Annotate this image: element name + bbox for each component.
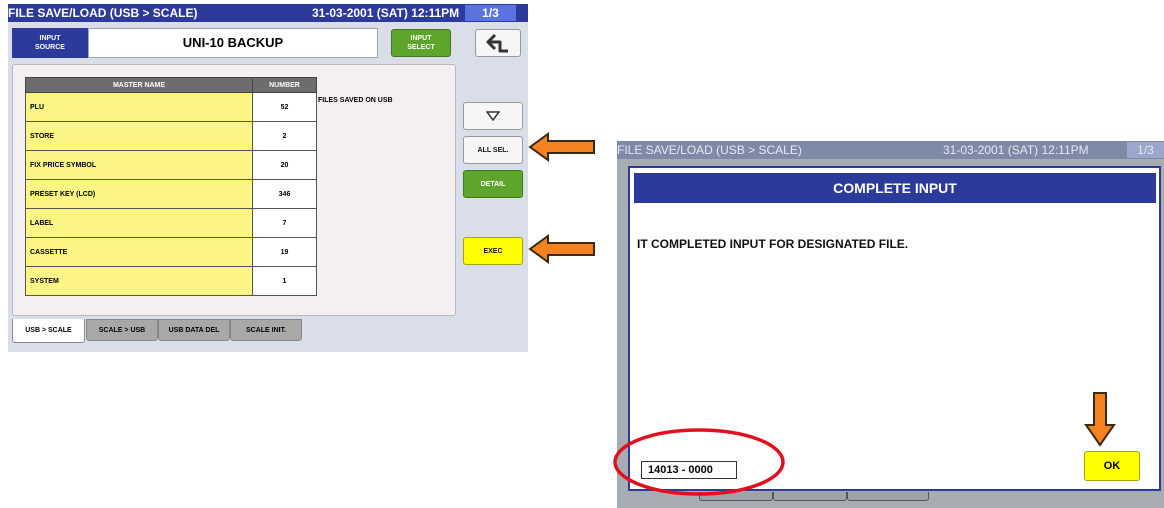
page-indicator: 1/3 — [465, 5, 516, 21]
tab-usb-data-del[interactable]: USB DATA DEL — [158, 319, 230, 341]
dialog-message: IT COMPLETED INPUT FOR DESIGNATED FILE. — [637, 237, 909, 251]
master-number: 346 — [252, 179, 317, 209]
dialog-title: COMPLETE INPUT — [634, 173, 1156, 203]
master-number: 20 — [252, 150, 317, 180]
page-indicator: 1/3 — [1127, 142, 1164, 158]
table-row[interactable]: SYSTEM 1 — [25, 266, 317, 296]
input-source-label-text: INPUT SOURCE — [35, 35, 65, 51]
table-row[interactable]: PRESET KEY (LCD) 346 — [25, 179, 317, 209]
callout-arrow-all-sel — [528, 132, 595, 162]
exec-button[interactable]: EXEC — [463, 237, 523, 265]
callout-arrow-exec — [528, 234, 595, 264]
master-number: 1 — [252, 266, 317, 296]
ok-button[interactable]: OK — [1084, 451, 1140, 481]
screen-title: FILE SAVE/LOAD (USB > SCALE) — [8, 6, 198, 20]
tab-scale-to-usb[interactable]: SCALE > USB — [86, 319, 158, 341]
header-master-name: MASTER NAME — [25, 77, 253, 93]
tab-scale-init[interactable]: SCALE INIT. — [230, 319, 302, 341]
master-number: 7 — [252, 208, 317, 238]
master-name: CASSETTE — [25, 237, 253, 267]
callout-arrow-ok — [1084, 392, 1116, 447]
table-row[interactable]: STORE 2 — [25, 121, 317, 151]
back-button[interactable] — [475, 29, 521, 57]
return-arrow-icon — [486, 33, 508, 53]
background-tab — [847, 492, 929, 501]
master-number: 2 — [252, 121, 317, 151]
master-number: 52 — [252, 92, 317, 122]
table-row[interactable]: FIX PRICE SYMBOL 20 — [25, 150, 317, 180]
input-source-value: UNI-10 BACKUP — [88, 28, 378, 58]
master-number: 19 — [252, 237, 317, 267]
highlight-ellipse — [613, 428, 785, 496]
datetime-display: 31-03-2001 (SAT) 12:11PM — [312, 6, 460, 20]
master-list-panel: MASTER NAME NUMBER PLU 52 STORE 2 FIX PRIC… — [12, 64, 456, 316]
datetime-display: 31-03-2001 (SAT) 12:11PM — [943, 143, 1089, 157]
table-row[interactable]: CASSETTE 19 — [25, 237, 317, 267]
title-bar: FILE SAVE/LOAD (USB > SCALE) 31-03-2001 … — [8, 4, 528, 22]
table-row[interactable]: PLU 52 — [25, 92, 317, 122]
scroll-down-button[interactable] — [463, 102, 523, 130]
master-name: FIX PRICE SYMBOL — [25, 150, 253, 180]
detail-button[interactable]: DETAIL — [463, 170, 523, 198]
master-table: MASTER NAME NUMBER PLU 52 STORE 2 FIX PRIC… — [25, 77, 317, 296]
all-select-button[interactable]: ALL SEL. — [463, 136, 523, 164]
input-select-button[interactable]: INPUT SELECT — [391, 29, 451, 57]
screen-title: FILE SAVE/LOAD (USB > SCALE) — [617, 143, 802, 157]
input-select-label: INPUT SELECT — [407, 35, 435, 51]
master-name: STORE — [25, 121, 253, 151]
master-name: SYSTEM — [25, 266, 253, 296]
tab-usb-to-scale[interactable]: USB > SCALE — [12, 319, 85, 343]
triangle-down-icon — [486, 111, 500, 121]
file-save-load-screen: FILE SAVE/LOAD (USB > SCALE) 31-03-2001 … — [8, 4, 528, 352]
input-source-label: INPUT SOURCE — [12, 28, 88, 58]
master-name: PRESET KEY (LCD) — [25, 179, 253, 209]
table-row[interactable]: LABEL 7 — [25, 208, 317, 238]
master-name: LABEL — [25, 208, 253, 238]
files-saved-label: FILES SAVED ON USB — [318, 97, 393, 104]
master-name: PLU — [25, 92, 253, 122]
title-bar: FILE SAVE/LOAD (USB > SCALE) 31-03-2001 … — [617, 141, 1164, 159]
header-number: NUMBER — [252, 77, 317, 93]
